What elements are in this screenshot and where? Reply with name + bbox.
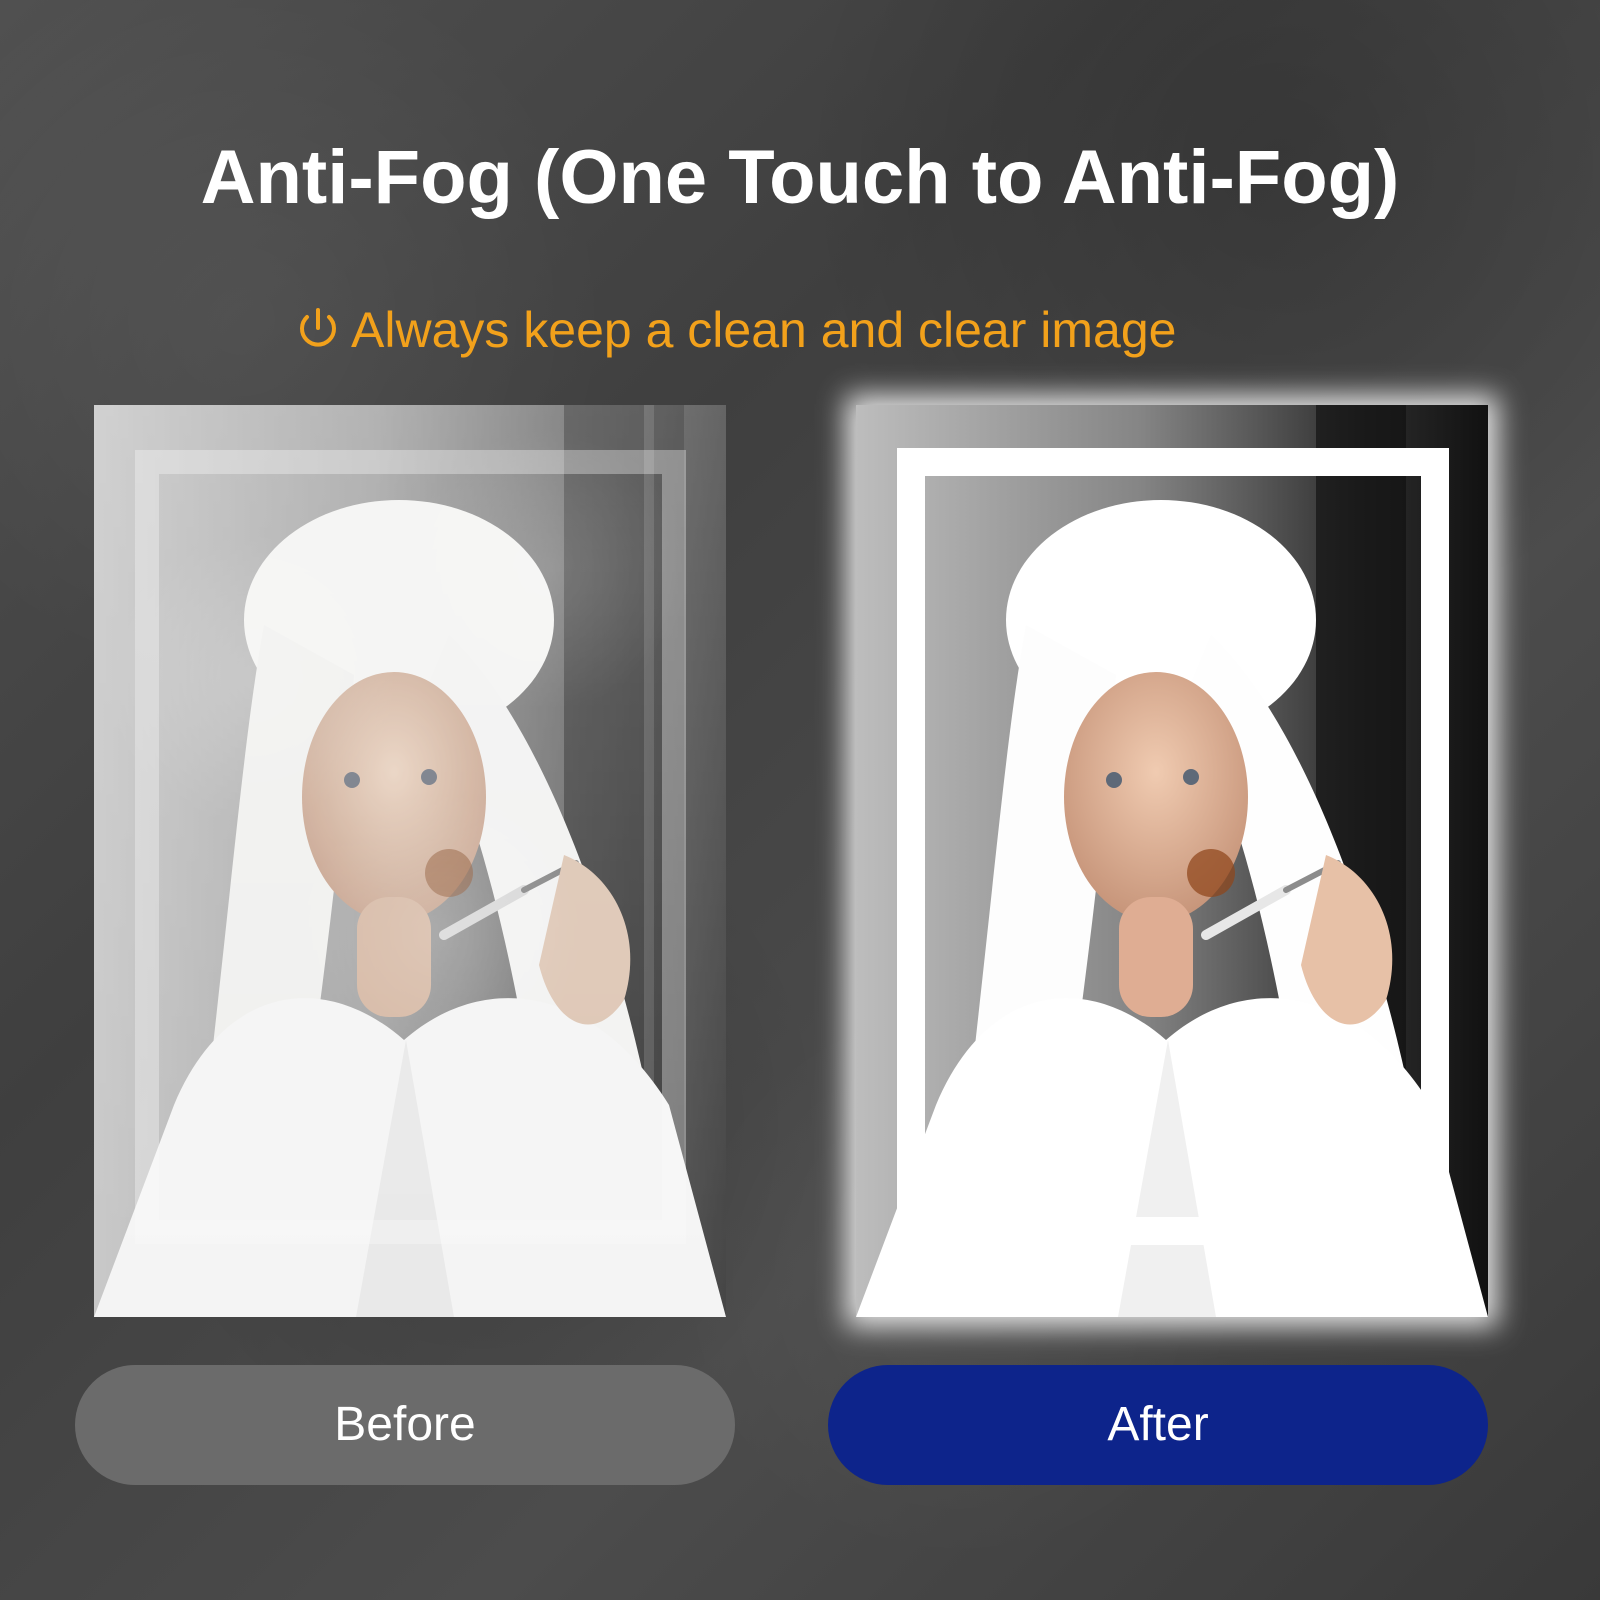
power-icon [300, 308, 336, 347]
after-image-panel [856, 405, 1488, 1317]
after-label-text: After [1107, 1398, 1209, 1451]
feature-subtitle: Always keep a clean and clear image [293, 300, 1176, 360]
before-label-pill: Before [75, 1365, 735, 1485]
after-label-pill: After [828, 1365, 1488, 1485]
after-portrait-illustration [856, 405, 1488, 1317]
page-title: Anti-Fog (One Touch to Anti-Fog) [200, 135, 1400, 220]
subtitle-text: Always keep a clean and clear image [351, 302, 1177, 358]
before-image-panel [94, 405, 726, 1317]
fog-overlay [94, 405, 726, 1317]
before-label-text: Before [334, 1398, 476, 1451]
